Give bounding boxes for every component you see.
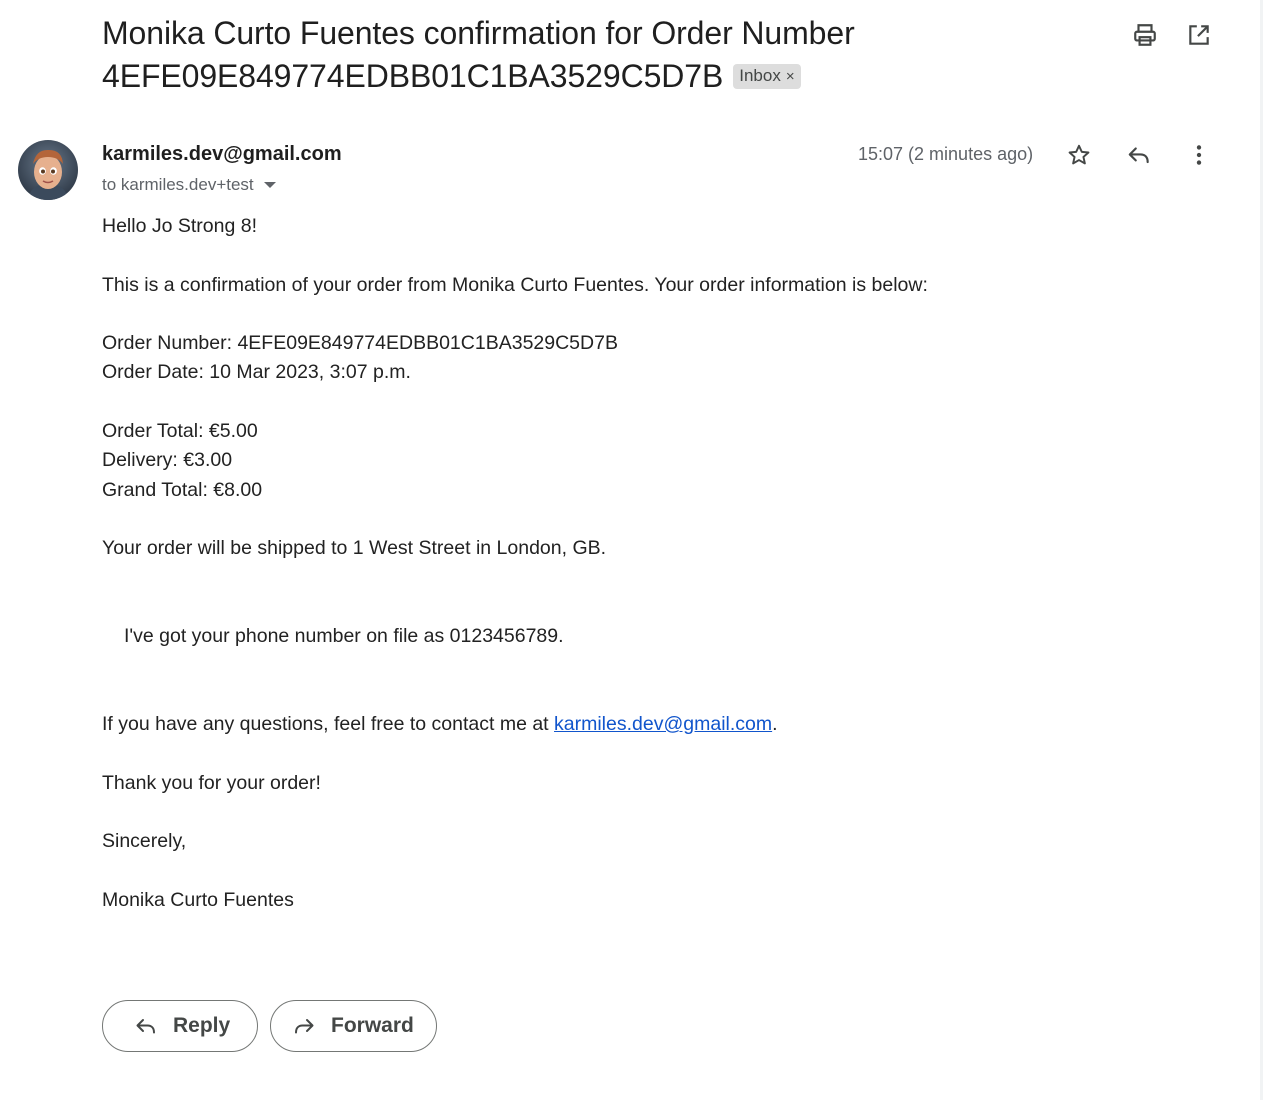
intro-text: This is a confirmation of your order fro… <box>102 273 928 296</box>
reply-button[interactable]: Reply <box>102 1000 258 1052</box>
forward-button[interactable]: Forward <box>270 1000 437 1052</box>
reply-icon[interactable] <box>1124 140 1154 170</box>
signature: Monika Curto Fuentes <box>102 888 294 911</box>
inbox-label-chip[interactable]: Inbox × <box>733 64 801 89</box>
open-in-new-window-icon[interactable] <box>1184 20 1214 50</box>
shipping-address: Your order will be shipped to 1 West Str… <box>102 537 607 560</box>
sender-avatar[interactable] <box>18 140 78 200</box>
questions-line: If you have any questions, feel free to … <box>102 710 1102 739</box>
recipient-text: to karmiles.dev+test <box>102 175 254 194</box>
subject-header: Monika Curto Fuentes confirmation for Or… <box>102 12 1102 98</box>
forward-label: Forward <box>331 1014 414 1037</box>
inbox-label-text: Inbox <box>739 66 781 85</box>
closing-text: Sincerely, <box>102 830 187 853</box>
forward-icon <box>291 1013 317 1039</box>
recipient-line[interactable]: to karmiles.dev+test <box>102 175 276 195</box>
message-timestamp: 15:07 (2 minutes ago) <box>858 144 1034 164</box>
thanks-text: Thank you for your order! <box>102 771 321 794</box>
remove-label-icon[interactable]: × <box>786 65 795 89</box>
contact-email-link[interactable]: karmiles.dev@gmail.com <box>554 713 772 735</box>
more-options-icon[interactable] <box>1184 140 1214 170</box>
questions-suffix: . <box>772 713 778 736</box>
sender-email[interactable]: karmiles.dev@gmail.com <box>102 143 342 166</box>
delivery-cost: Delivery: €3.00 <box>102 449 233 472</box>
greeting: Hello Jo Strong 8! <box>102 215 258 237</box>
email-view: Monika Curto Fuentes confirmation for Or… <box>0 0 1263 1100</box>
questions-prefix: If you have any questions, feel free to … <box>102 713 555 736</box>
show-details-chevron-icon[interactable] <box>263 182 276 188</box>
order-total: Order Total: €5.00 <box>102 420 258 443</box>
email-subject: Monika Curto Fuentes confirmation for Or… <box>102 12 1102 98</box>
order-number: Order Number: 4EFE09E849774EDBB01C1BA352… <box>102 332 618 355</box>
grand-total: Grand Total: €8.00 <box>102 478 263 501</box>
print-icon[interactable] <box>1130 20 1160 50</box>
phone-note: I've got your phone number on file as 01… <box>124 625 564 648</box>
reply-label: Reply <box>173 1014 231 1037</box>
message-body: Hello Jo Strong 8! This is a confirmatio… <box>102 212 1102 915</box>
reply-icon <box>133 1013 159 1039</box>
order-date: Order Date: 10 Mar 2023, 3:07 p.m. <box>102 361 411 384</box>
star-icon[interactable] <box>1064 140 1094 170</box>
